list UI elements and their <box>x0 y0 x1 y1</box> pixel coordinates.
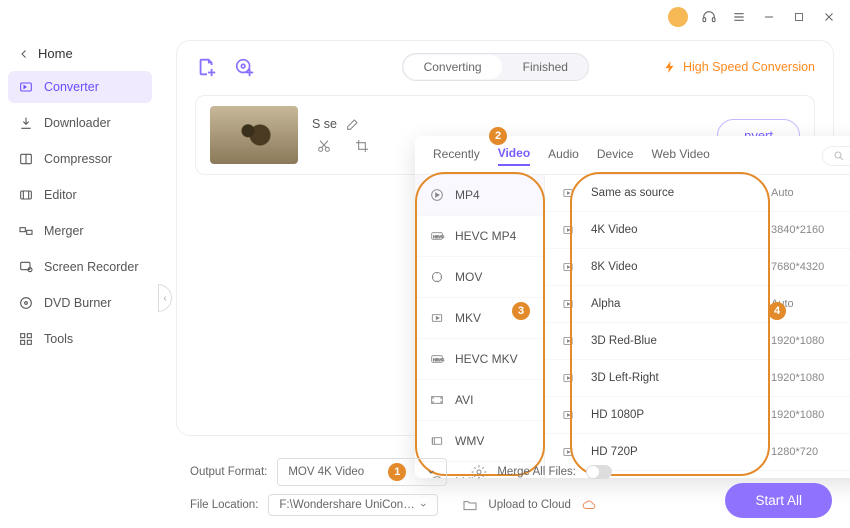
format-mov[interactable]: MOV <box>415 257 544 298</box>
trim-icon[interactable] <box>316 138 332 154</box>
high-speed-conversion[interactable]: High Speed Conversion <box>663 60 815 74</box>
maximize-icon[interactable] <box>790 8 808 26</box>
search-icon <box>833 150 845 162</box>
preset-list: Same as sourceAuto 4K Video3840*2160 8K … <box>545 175 850 478</box>
play-icon <box>561 260 575 274</box>
chevron-down-icon <box>419 500 428 510</box>
tools-icon <box>18 331 34 347</box>
start-all-button[interactable]: Start All <box>725 483 832 518</box>
screen-recorder-icon <box>18 259 34 275</box>
preset-row[interactable]: 3D Left-Right1920*1080 <box>545 360 850 397</box>
play-icon <box>561 371 575 385</box>
close-icon[interactable] <box>820 8 838 26</box>
callout-badge-2: 2 <box>489 127 507 145</box>
sidebar-item-label: Converter <box>44 80 99 94</box>
file-location-label: File Location: <box>190 499 258 511</box>
output-format-select[interactable]: MOV 4K Video 1 <box>277 458 447 486</box>
sidebar-item-converter[interactable]: Converter <box>8 71 152 103</box>
tab-recently[interactable]: Recently <box>433 147 480 165</box>
svg-text:HEVC: HEVC <box>433 357 444 362</box>
sidebar-item-label: Screen Recorder <box>44 260 139 274</box>
sidebar-item-label: Downloader <box>44 116 111 130</box>
play-icon <box>561 334 575 348</box>
sidebar-item-compressor[interactable]: Compressor <box>8 143 152 175</box>
svg-text:HEVC: HEVC <box>433 234 444 239</box>
media-thumbnail[interactable] <box>210 106 298 164</box>
output-format-label: Output Format: <box>190 466 267 478</box>
sidebar-item-label: Merger <box>44 224 84 238</box>
dvd-burner-icon <box>18 295 34 311</box>
play-icon <box>561 297 575 311</box>
media-title: S se <box>312 117 337 131</box>
sidebar-item-screen-recorder[interactable]: Screen Recorder <box>8 251 152 283</box>
minimize-icon[interactable] <box>760 8 778 26</box>
back-home[interactable]: Home <box>8 40 152 67</box>
preset-row[interactable]: 3D Red-Blue1920*1080 <box>545 323 850 360</box>
collapse-sidebar-handle[interactable]: ‹ <box>158 284 172 312</box>
user-avatar[interactable] <box>668 7 688 27</box>
play-icon <box>561 186 575 200</box>
tab-device[interactable]: Device <box>597 147 634 165</box>
menu-icon[interactable] <box>730 8 748 26</box>
crop-icon[interactable] <box>354 138 370 154</box>
rename-icon[interactable] <box>345 116 361 132</box>
format-hevc-mkv[interactable]: HEVCHEVC MKV <box>415 339 544 380</box>
format-mp4[interactable]: MP4 <box>415 175 544 216</box>
merge-files-label: Merge All Files: <box>497 466 576 478</box>
upload-cloud-label: Upload to Cloud <box>488 499 570 511</box>
play-icon <box>561 408 575 422</box>
merger-icon <box>18 223 34 239</box>
callout-badge-1: 1 <box>388 463 406 481</box>
sidebar: Home Converter Downloader Compressor Edi… <box>0 34 160 528</box>
status-segmented[interactable]: Converting Finished <box>402 53 589 81</box>
home-label: Home <box>38 46 73 61</box>
add-file-button[interactable] <box>195 56 219 78</box>
preset-row[interactable]: 4K Video3840*2160 <box>545 212 850 249</box>
format-search[interactable]: Search <box>822 146 850 166</box>
preset-row[interactable]: Same as sourceAuto <box>545 175 850 212</box>
preset-row[interactable]: HD 1080P1920*1080 <box>545 397 850 434</box>
sidebar-item-merger[interactable]: Merger <box>8 215 152 247</box>
sidebar-item-downloader[interactable]: Downloader <box>8 107 152 139</box>
headset-icon[interactable] <box>700 8 718 26</box>
segment-finished[interactable]: Finished <box>503 54 588 80</box>
callout-badge-3: 3 <box>512 302 530 320</box>
merge-files-toggle[interactable] <box>586 465 612 479</box>
converter-icon <box>18 79 34 95</box>
tab-video[interactable]: Video <box>498 146 530 166</box>
sidebar-item-label: Compressor <box>44 152 112 166</box>
sidebar-item-tools[interactable]: Tools <box>8 323 152 355</box>
tab-audio[interactable]: Audio <box>548 147 579 165</box>
format-list: MP4 HEVCHEVC MP4 MOV MKV HEVCHEVC MKV AV… <box>415 175 545 478</box>
compressor-icon <box>18 151 34 167</box>
callout-badge-4: 4 <box>768 302 786 320</box>
format-avi[interactable]: AVI <box>415 380 544 421</box>
folder-icon[interactable] <box>462 497 478 513</box>
tab-web-video[interactable]: Web Video <box>652 147 710 165</box>
sidebar-item-label: Tools <box>44 332 73 346</box>
add-dvd-button[interactable] <box>233 56 257 78</box>
sidebar-item-label: DVD Burner <box>44 296 111 310</box>
settings-icon[interactable] <box>471 464 487 480</box>
editor-icon <box>18 187 34 203</box>
preset-row[interactable]: 8K Video7680*4320 <box>545 249 850 286</box>
chevron-down-icon <box>426 467 436 477</box>
downloader-icon <box>18 115 34 131</box>
preset-row[interactable]: AlphaAuto <box>545 286 850 323</box>
segment-converting[interactable]: Converting <box>404 55 502 79</box>
file-location-select[interactable]: F:\Wondershare UniConverter 1 <box>268 494 438 516</box>
sidebar-item-editor[interactable]: Editor <box>8 179 152 211</box>
sidebar-item-label: Editor <box>44 188 77 202</box>
bolt-icon <box>663 60 677 74</box>
cloud-icon[interactable] <box>581 498 597 512</box>
sidebar-item-dvd-burner[interactable]: DVD Burner <box>8 287 152 319</box>
play-icon <box>561 223 575 237</box>
format-hevc-mp4[interactable]: HEVCHEVC MP4 <box>415 216 544 257</box>
